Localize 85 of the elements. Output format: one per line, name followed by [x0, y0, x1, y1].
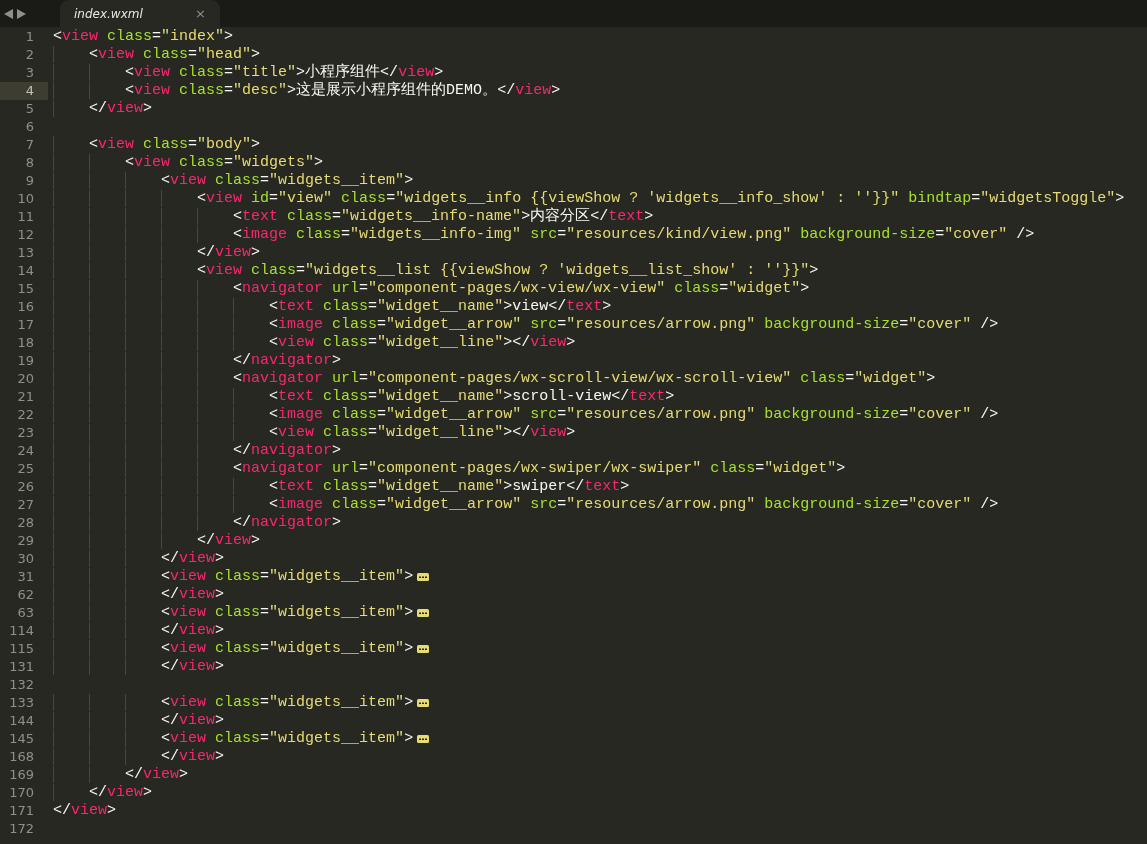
code-line: </view>: [48, 766, 189, 784]
code-line: <view class="widgets__item">: [48, 568, 414, 586]
line-number: 7: [24, 136, 35, 154]
line-number: 170: [8, 784, 35, 802]
line-number: 114: [8, 622, 35, 640]
code-line: <image class="widget__arrow" src="resources/arrow.png" background-size="cover" />: [48, 496, 999, 514]
line-number: 5: [24, 100, 35, 118]
fold-marker-icon[interactable]: [417, 645, 430, 653]
line-number: 13: [16, 244, 35, 262]
line-number: 8: [24, 154, 35, 172]
line-number: 16: [16, 298, 35, 316]
line-number: 9: [24, 172, 35, 190]
forward-arrow-icon[interactable]: [17, 8, 26, 19]
line-number: 28: [16, 514, 35, 532]
line-number: 6: [24, 118, 35, 136]
code-line: <view class="widgets">: [48, 154, 324, 172]
code-line: <view class="title">小程序组件</view>: [48, 64, 444, 82]
code-line: <view class="widgets__item">: [48, 694, 414, 712]
file-tab[interactable]: index.wxml ×: [60, 0, 220, 27]
line-number: 12: [16, 226, 35, 244]
code-line: <view class="widgets__item">: [48, 172, 414, 190]
code-line: <view class="desc">这是展示小程序组件的DEMO。</view>: [48, 82, 561, 100]
line-number: 4: [0, 82, 48, 100]
fold-marker-icon[interactable]: [417, 609, 430, 617]
code-line: <navigator url="component-pages/wx-scroll-view/wx-scroll-view" class="widget">: [48, 370, 936, 388]
code-line: <view class="head">: [48, 46, 261, 64]
line-number: 1: [24, 28, 35, 46]
line-number: 3: [24, 64, 35, 82]
line-number: 169: [8, 766, 35, 784]
line-number: 25: [16, 460, 35, 478]
fold-marker-icon[interactable]: [417, 735, 430, 743]
line-number: 145: [8, 730, 35, 748]
line-number: 30: [16, 550, 35, 568]
line-number: 26: [16, 478, 35, 496]
line-number: 23: [16, 424, 35, 442]
line-number: 62: [16, 586, 35, 604]
code-line: <view class="widget__line"></view>: [48, 334, 576, 352]
line-number: 27: [16, 496, 35, 514]
line-number: 144: [8, 712, 35, 730]
line-number: 19: [16, 352, 35, 370]
line-number: 15: [16, 280, 35, 298]
line-number: 20: [16, 370, 35, 388]
line-number: 31: [16, 568, 35, 586]
line-number: 17: [16, 316, 35, 334]
code-line: <view class="widgets__item">: [48, 730, 414, 748]
line-number: 29: [16, 532, 35, 550]
code-line: <image class="widget__arrow" src="resources/arrow.png" background-size="cover" />: [48, 406, 999, 424]
code-line: <view class="widget__line"></view>: [48, 424, 576, 442]
fold-marker-icon[interactable]: [417, 699, 430, 707]
line-number: 14: [16, 262, 35, 280]
line-number: 172: [8, 820, 35, 838]
code-line: <text class="widget__name">view</text>: [48, 298, 612, 316]
line-number: 22: [16, 406, 35, 424]
code-line: </view>: [48, 784, 153, 802]
line-number: 171: [8, 802, 35, 820]
line-number: 10: [16, 190, 35, 208]
line-number: 133: [8, 694, 35, 712]
line-number: 21: [16, 388, 35, 406]
code-line: <text class="widgets__info-name">内容分区</text>: [48, 208, 654, 226]
code-line: </view>: [52, 802, 117, 820]
line-number: 63: [16, 604, 35, 622]
fold-marker-icon[interactable]: [417, 573, 430, 581]
line-number: 131: [8, 658, 35, 676]
code-line: <navigator url="component-pages/wx-view/wx-view" class="widget">: [48, 280, 810, 298]
code-line: <navigator url="component-pages/wx-swiper/wx-swiper" class="widget">: [48, 460, 846, 478]
code-line: </view>: [48, 100, 153, 118]
code-line: <view class="body">: [48, 136, 261, 154]
line-number: 168: [8, 748, 35, 766]
code-line: <view class="widgets__item">: [48, 604, 414, 622]
code-line: <view class="widgets__list {{viewShow ? 'widgets__list_show' : ''}}">: [48, 262, 819, 280]
line-number: 24: [16, 442, 35, 460]
back-arrow-icon[interactable]: [4, 8, 13, 19]
line-number: 2: [24, 46, 35, 64]
code-line: <text class="widget__name">scroll-view</text>: [48, 388, 675, 406]
code-line: <image class="widget__arrow" src="resources/arrow.png" background-size="cover" />: [48, 316, 999, 334]
code-line: <view class="index">: [52, 28, 234, 46]
code-line: <view id="view" class="widgets__info {{viewShow ? 'widgets__info_show' : ''}}" bindtap="widgetsToggle">: [48, 190, 1125, 208]
line-number: 11: [16, 208, 35, 226]
code-line: <image class="widgets__info-img" src="resources/kind/view.png" background-size="cover" />: [48, 226, 1035, 244]
code-line: <view class="widgets__item">: [48, 640, 414, 658]
line-number: 18: [16, 334, 35, 352]
line-number: 115: [8, 640, 35, 658]
line-number: 132: [8, 676, 35, 694]
tab-close-button[interactable]: ×: [195, 3, 206, 24]
code-line: <text class="widget__name">swiper</text>: [48, 478, 630, 496]
